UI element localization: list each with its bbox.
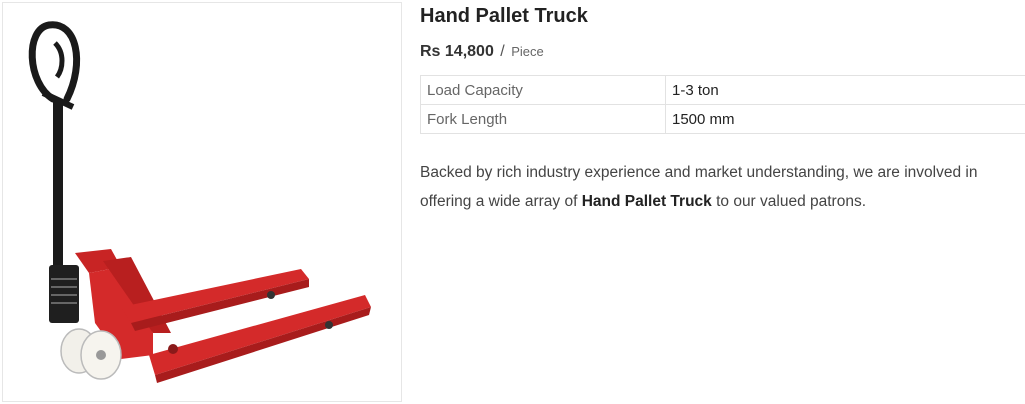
spec-value: 1500 mm bbox=[665, 104, 1025, 134]
spec-value: 1-3 ton bbox=[665, 75, 1025, 105]
price-value: Rs 14,800 bbox=[420, 43, 494, 60]
price-unit: Piece bbox=[511, 44, 544, 59]
description-text-end: to our valued patrons. bbox=[711, 193, 867, 210]
product-info: Hand Pallet Truck Rs 14,800 / Piece Load… bbox=[420, 0, 1025, 232]
description-bold-product: Hand Pallet Truck bbox=[581, 193, 712, 210]
specs-table: Load Capacity 1-3 ton Fork Length 1500 m… bbox=[420, 75, 1025, 134]
pallet-truck-illustration bbox=[28, 21, 371, 383]
table-row: Load Capacity 1-3 ton bbox=[420, 75, 1025, 105]
price-separator: / bbox=[500, 43, 505, 60]
price-row: Rs 14,800 / Piece bbox=[420, 42, 1025, 62]
spec-label: Fork Length bbox=[420, 104, 666, 134]
product-description: Backed by rich industry experience and m… bbox=[420, 158, 1020, 216]
spec-label: Load Capacity bbox=[420, 75, 666, 105]
table-row: Fork Length 1500 mm bbox=[420, 104, 1025, 134]
product-image[interactable] bbox=[2, 2, 402, 402]
product-title[interactable]: Hand Pallet Truck bbox=[420, 4, 1025, 28]
